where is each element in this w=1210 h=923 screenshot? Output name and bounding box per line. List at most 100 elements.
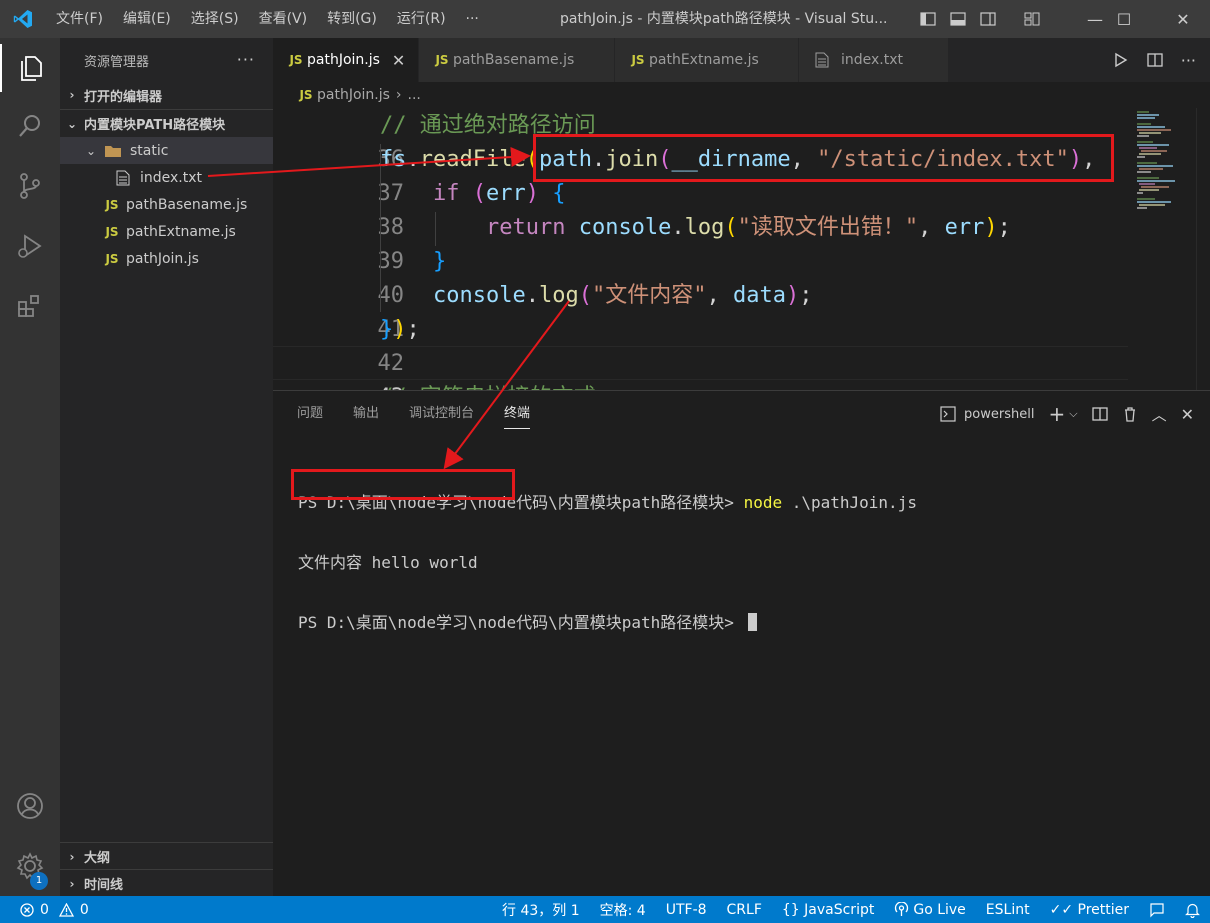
text-file-icon (116, 170, 130, 185)
code-line: 44 // 字符串拼接的方式 (273, 381, 1128, 390)
tab-label: pathJoin.js (307, 52, 380, 68)
javascript-file-icon: JS (299, 88, 313, 102)
toggle-sidebar-icon[interactable] (920, 11, 936, 27)
workspace-folder-section[interactable]: ⌄ 内置模块PATH路径模块 (60, 109, 273, 137)
new-terminal-icon[interactable]: + (1048, 402, 1065, 426)
indentation[interactable]: 空格: 4 (600, 900, 646, 920)
close-panel-icon[interactable]: ✕ (1181, 405, 1194, 424)
shell-selector[interactable]: powershell (964, 407, 1034, 422)
maximize-panel-icon[interactable]: ︿ (1152, 404, 1167, 425)
tree-file-index-txt[interactable]: index.txt (60, 164, 273, 191)
feedback-icon[interactable] (1149, 902, 1165, 918)
bell-icon[interactable] (1185, 902, 1200, 918)
chevron-right-icon: › (69, 849, 75, 864)
more-actions-icon[interactable]: ··· (1181, 51, 1196, 70)
menu-more[interactable]: ··· (456, 0, 489, 38)
outline-section[interactable]: › 大纲 (60, 842, 273, 870)
chevron-down-icon[interactable]: ⌵ (1069, 407, 1077, 421)
annotation-box-path-join (533, 134, 1114, 182)
menu-file[interactable]: 文件(F) (46, 0, 113, 38)
vscode-logo-icon (0, 0, 46, 38)
timeline-section[interactable]: › 时间线 (60, 869, 273, 897)
indent-guide (435, 212, 436, 246)
toggle-secondary-sidebar-icon[interactable] (980, 11, 996, 27)
run-debug-icon[interactable] (0, 222, 60, 270)
tree-file-pathextname[interactable]: JS pathExtname.js (60, 218, 273, 245)
tree-file-label: index.txt (140, 169, 203, 186)
accounts-icon[interactable] (0, 782, 60, 830)
javascript-file-icon: JS (105, 224, 119, 239)
breadcrumb-symbol[interactable]: ... (408, 87, 421, 103)
layout-controls (920, 0, 1040, 38)
tab-pathextname[interactable]: JS pathExtname.js (615, 38, 799, 82)
menu-run[interactable]: 运行(R) (387, 0, 456, 38)
code-line: 39 return console.log("读取文件出错！", err); (273, 211, 1128, 274)
error-count: 0 (40, 901, 49, 918)
cursor-position[interactable]: 行 43，列 1 (502, 900, 580, 920)
warning-icon (58, 902, 74, 917)
code-line-current: 43 (273, 346, 1128, 390)
eslint-status[interactable]: ESLint (986, 902, 1030, 918)
code-text: if (err) { (432, 181, 566, 206)
explorer-icon[interactable] (0, 44, 60, 92)
notification-badge: 1 (30, 872, 48, 890)
manage-gear-icon[interactable]: 1 (0, 842, 60, 890)
terminal-output-text: 文件内容 hello world (298, 553, 478, 572)
bottom-panel: 问题 输出 调试控制台 终端 powershell + ⌵ ︿ ✕ PS D:\… (273, 390, 1210, 896)
tab-problems[interactable]: 问题 (297, 391, 323, 437)
minimap[interactable] (1135, 108, 1195, 390)
activity-bar: 1 (0, 38, 60, 896)
language-mode[interactable]: {} JavaScript (782, 902, 874, 918)
menu-view[interactable]: 查看(V) (249, 0, 318, 38)
tree-file-pathjoin[interactable]: JS pathJoin.js (60, 245, 273, 272)
go-live-button[interactable]: Go Live (894, 902, 966, 918)
menu-bar: 文件(F) 编辑(E) 选择(S) 查看(V) 转到(G) 运行(R) ··· (46, 0, 489, 38)
tab-debug-console[interactable]: 调试控制台 (409, 391, 474, 437)
chevron-down-icon: ⌄ (66, 116, 78, 131)
toggle-panel-icon[interactable] (950, 11, 966, 27)
menu-go[interactable]: 转到(G) (317, 0, 387, 38)
tree-file-label: pathExtname.js (126, 223, 236, 240)
tree-file-label: pathBasename.js (126, 196, 248, 213)
tab-terminal[interactable]: 终端 (504, 391, 531, 437)
tab-pathbasename[interactable]: JS pathBasename.js (419, 38, 615, 82)
terminal-line: 文件内容 hello world (298, 553, 917, 573)
javascript-file-icon: JS (289, 53, 303, 67)
run-file-icon[interactable] (1113, 52, 1129, 68)
error-icon (20, 902, 34, 917)
explorer-more-button[interactable]: ··· (237, 50, 255, 69)
tab-index-txt[interactable]: index.txt (799, 38, 949, 82)
code-text: // 字符串拼接的方式 (380, 381, 596, 390)
split-editor-icon[interactable] (1147, 52, 1163, 68)
maximize-button[interactable]: ☐ (1101, 0, 1147, 38)
breadcrumb-file[interactable]: pathJoin.js (317, 87, 390, 103)
close-window-button[interactable]: ✕ (1160, 0, 1206, 38)
terminal-cursor (747, 613, 757, 631)
tree-file-label: pathJoin.js (126, 250, 199, 267)
menu-edit[interactable]: 编辑(E) (113, 0, 181, 38)
tab-output[interactable]: 输出 (353, 391, 379, 437)
tree-folder-static[interactable]: ⌄ static (60, 137, 273, 164)
tree-file-pathbasename[interactable]: JS pathBasename.js (60, 191, 273, 218)
trash-icon[interactable] (1122, 406, 1138, 422)
tab-label: index.txt (841, 52, 904, 68)
editor-scrollbar[interactable] (1196, 108, 1210, 390)
source-control-icon[interactable] (0, 162, 60, 210)
javascript-file-icon: JS (105, 197, 119, 212)
tab-label: pathExtname.js (649, 52, 759, 68)
split-terminal-icon[interactable] (1091, 406, 1108, 422)
menu-selection[interactable]: 选择(S) (181, 0, 249, 38)
prettier-status[interactable]: ✓✓ Prettier (1050, 902, 1129, 918)
close-icon[interactable]: ✕ (392, 51, 405, 70)
extensions-icon[interactable] (0, 282, 60, 330)
encoding[interactable]: UTF-8 (666, 902, 707, 918)
folder-icon (105, 145, 121, 157)
tab-pathjoin[interactable]: JS pathJoin.js ✕ (273, 38, 419, 82)
broadcast-icon (895, 902, 909, 916)
search-icon[interactable] (0, 102, 60, 150)
status-problems[interactable]: 0 0 (0, 902, 89, 918)
line-ending[interactable]: CRLF (727, 902, 762, 918)
tree-folder-label: static (130, 142, 169, 159)
customize-layout-icon[interactable] (1024, 11, 1040, 27)
open-editors-section[interactable]: › 打开的编辑器 (60, 81, 273, 109)
